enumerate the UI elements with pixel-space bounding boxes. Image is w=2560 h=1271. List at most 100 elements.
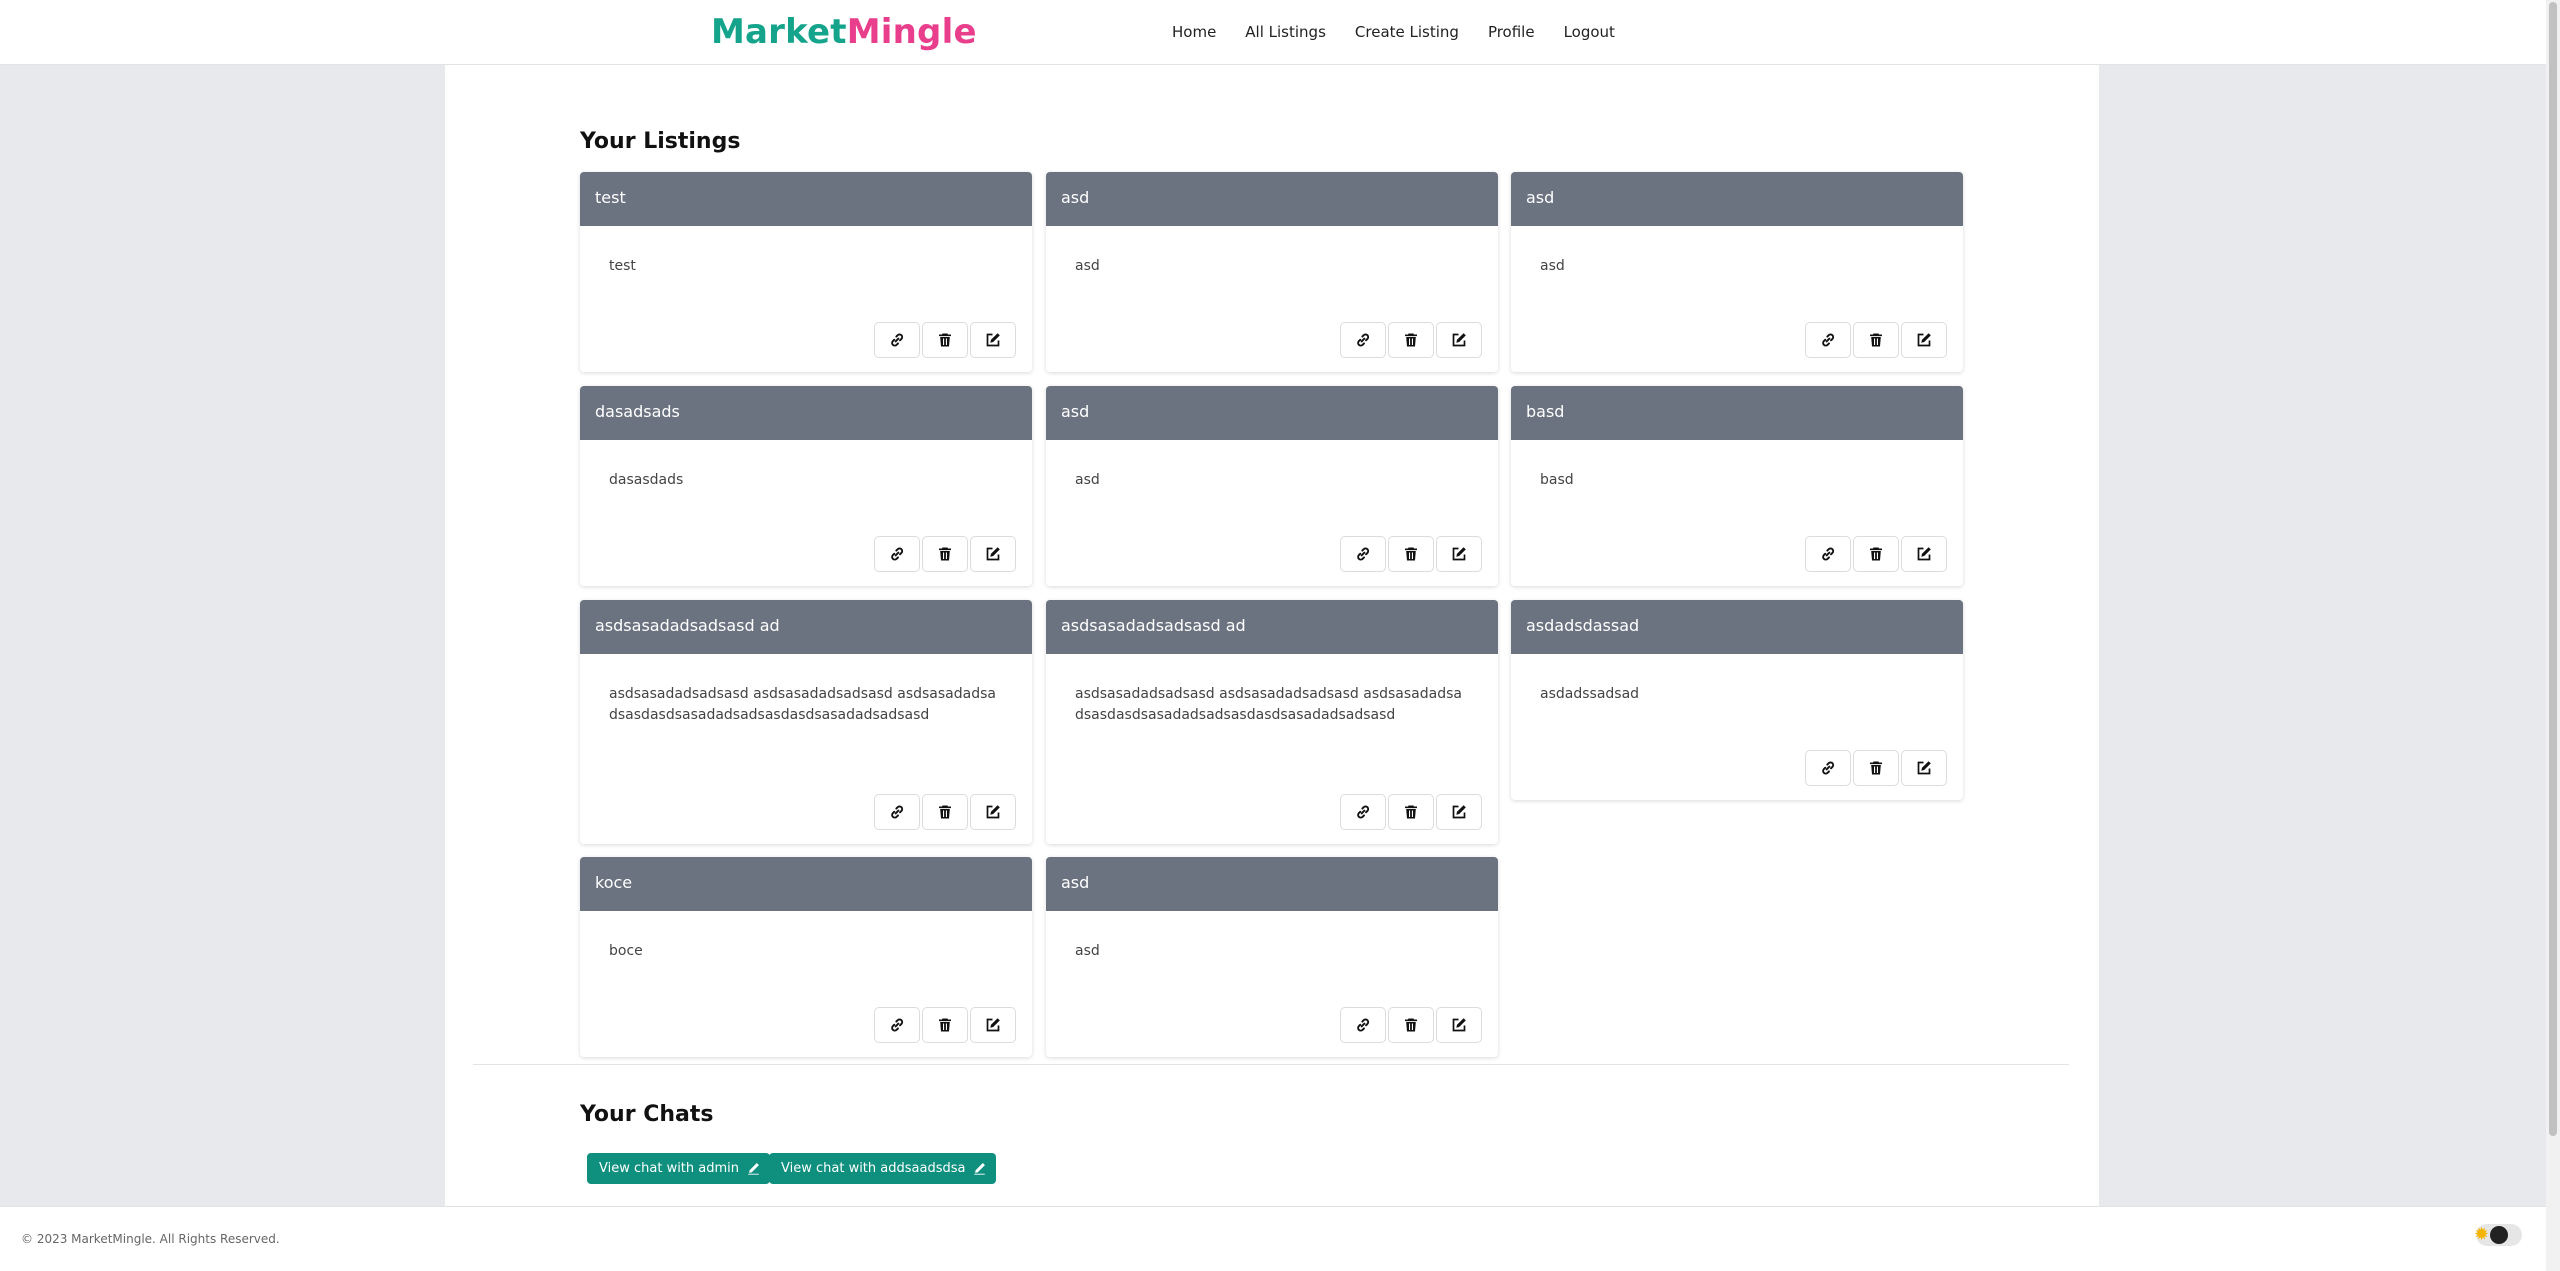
- link-icon: [891, 805, 904, 819]
- sun-icon: ✹: [2474, 1224, 2490, 1244]
- view-link-button[interactable]: [1340, 536, 1386, 572]
- view-link-button[interactable]: [1340, 794, 1386, 830]
- edit-icon: [986, 1018, 1000, 1032]
- link-icon: [1357, 333, 1370, 347]
- edit-icon: [1452, 333, 1466, 347]
- link-icon: [1822, 761, 1835, 775]
- listing-description: asd: [1075, 472, 1100, 488]
- trash-icon: [1870, 761, 1882, 775]
- edit-icon: [986, 333, 1000, 347]
- edit-button[interactable]: [1901, 750, 1947, 786]
- delete-button[interactable]: [922, 322, 968, 358]
- delete-button[interactable]: [922, 1007, 968, 1043]
- chat-button-addsaadsdsa[interactable]: View chat with addsaadsdsa: [769, 1153, 997, 1184]
- trash-icon: [939, 805, 951, 819]
- brand-logo-part1: Market: [711, 12, 847, 52]
- delete-button[interactable]: [922, 536, 968, 572]
- edit-button[interactable]: [1436, 536, 1482, 572]
- delete-button[interactable]: [1853, 322, 1899, 358]
- trash-icon: [1405, 1018, 1417, 1032]
- delete-button[interactable]: [1853, 536, 1899, 572]
- listing-actions: [874, 794, 1016, 830]
- pencil-icon: [974, 1163, 986, 1175]
- listing-actions: [1340, 1007, 1482, 1043]
- listing-actions: [874, 1007, 1016, 1043]
- listing-title: asd: [1046, 172, 1498, 226]
- view-link-button[interactable]: [1805, 750, 1851, 786]
- view-link-button[interactable]: [874, 1007, 920, 1043]
- edit-icon: [986, 547, 1000, 561]
- delete-button[interactable]: [1853, 750, 1899, 786]
- top-navbar: MarketMingle Home All Listings Create Li…: [0, 0, 2546, 65]
- listing-title: basd: [1511, 386, 1963, 440]
- listing-title: dasadsads: [580, 386, 1032, 440]
- listing-description: basd: [1540, 472, 1574, 488]
- listing-actions: [1340, 794, 1482, 830]
- link-icon: [891, 1018, 904, 1032]
- listing-card: basd basd: [1511, 386, 1963, 586]
- view-link-button[interactable]: [874, 794, 920, 830]
- edit-icon: [1917, 547, 1931, 561]
- nav-profile[interactable]: Profile: [1488, 23, 1535, 41]
- nav-home[interactable]: Home: [1172, 23, 1216, 41]
- trash-icon: [939, 333, 951, 347]
- listing-description: asd: [1540, 258, 1565, 274]
- pencil-icon: [748, 1163, 759, 1175]
- link-icon: [1357, 1018, 1370, 1032]
- view-link-button[interactable]: [1805, 322, 1851, 358]
- chat-button-admin[interactable]: View chat with admin: [587, 1153, 771, 1184]
- delete-button[interactable]: [922, 794, 968, 830]
- listing-actions: [1340, 536, 1482, 572]
- view-link-button[interactable]: [874, 536, 920, 572]
- chat-button-label: View chat with addsaadsdsa: [781, 1161, 966, 1176]
- nav-create-listing[interactable]: Create Listing: [1355, 23, 1459, 41]
- edit-button[interactable]: [970, 1007, 1016, 1043]
- edit-button[interactable]: [970, 794, 1016, 830]
- nav-all-listings[interactable]: All Listings: [1245, 23, 1326, 41]
- listing-description: asd: [1075, 258, 1100, 274]
- edit-button[interactable]: [970, 536, 1016, 572]
- edit-icon: [1452, 805, 1466, 819]
- chat-button-label: View chat with admin: [599, 1161, 740, 1176]
- view-link-button[interactable]: [1340, 1007, 1386, 1043]
- main-nav: Home All Listings Create Listing Profile…: [1172, 23, 1644, 41]
- footer: © 2023 MarketMingle. All Rights Reserved…: [0, 1206, 2546, 1271]
- delete-button[interactable]: [1388, 536, 1434, 572]
- trash-icon: [939, 547, 951, 561]
- chats-heading: Your Chats: [580, 1102, 714, 1127]
- edit-button[interactable]: [970, 322, 1016, 358]
- link-icon: [1822, 333, 1835, 347]
- listing-description: asd: [1075, 943, 1100, 959]
- edit-icon: [1917, 761, 1931, 775]
- delete-button[interactable]: [1388, 794, 1434, 830]
- delete-button[interactable]: [1388, 1007, 1434, 1043]
- page-scrollbar[interactable]: [2546, 0, 2560, 1271]
- view-link-button[interactable]: [1340, 322, 1386, 358]
- listing-actions: [1805, 322, 1947, 358]
- edit-icon: [986, 805, 1000, 819]
- trash-icon: [1405, 547, 1417, 561]
- edit-button[interactable]: [1436, 1007, 1482, 1043]
- listing-actions: [1805, 536, 1947, 572]
- listings-heading: Your Listings: [580, 129, 741, 154]
- listing-card: koce boce: [580, 857, 1032, 1057]
- link-icon: [1357, 547, 1370, 561]
- listing-description: dasasdads: [609, 472, 684, 488]
- nav-logout[interactable]: Logout: [1564, 23, 1615, 41]
- edit-button[interactable]: [1436, 794, 1482, 830]
- trash-icon: [1405, 333, 1417, 347]
- scrollbar-thumb[interactable]: [2549, 2, 2557, 1136]
- trash-icon: [939, 1018, 951, 1032]
- view-link-button[interactable]: [874, 322, 920, 358]
- listing-description: asdadssadsad: [1540, 686, 1640, 702]
- trash-icon: [1870, 547, 1882, 561]
- listing-title: asdadsdassad: [1511, 600, 1963, 654]
- view-link-button[interactable]: [1805, 536, 1851, 572]
- edit-button[interactable]: [1901, 322, 1947, 358]
- theme-toggle[interactable]: ✹: [2474, 1224, 2522, 1246]
- brand-logo[interactable]: MarketMingle: [711, 12, 977, 52]
- delete-button[interactable]: [1388, 322, 1434, 358]
- edit-button[interactable]: [1901, 536, 1947, 572]
- listing-actions: [874, 536, 1016, 572]
- edit-button[interactable]: [1436, 322, 1482, 358]
